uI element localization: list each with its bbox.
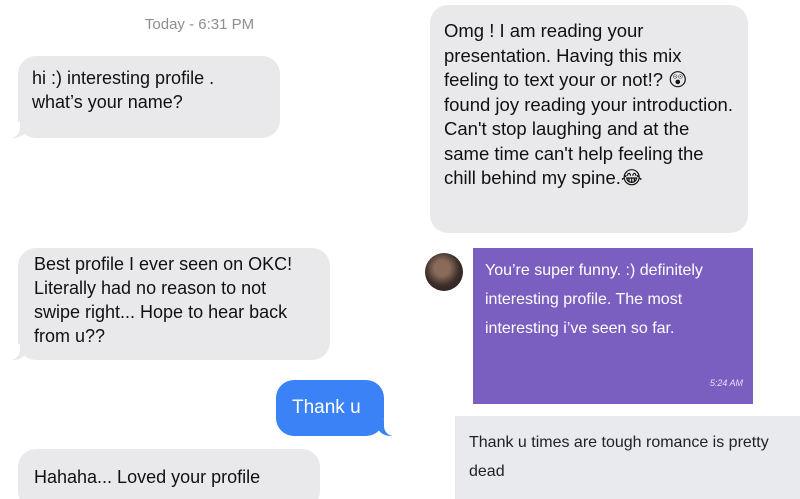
incoming-message-bubble[interactable]: hi :) interesting profile . what’s your … [18,56,280,138]
chat-panel-2: Omg ! I am reading your presentation. Ha… [405,0,800,242]
chat-panel-1: Today - 6:31 PM hi :) interesting profil… [0,0,399,242]
message-text: Thank u times are tough romance is prett… [469,434,769,480]
message-text: You’re super funny. :) definitely intere… [485,262,703,337]
reply-message-card[interactable]: Thank u times are tough romance is prett… [455,416,800,499]
incoming-message-bubble[interactable]: Best profile I ever seen on OKC! Literal… [18,248,330,360]
chat-panel-3: Best profile I ever seen on OKC! Literal… [0,248,399,499]
bubble-tail [376,420,399,436]
message-timestamp: Today - 6:31 PM [144,16,255,33]
message-text: Thank u [292,397,361,418]
message-text: Best profile I ever seen on OKC! Literal… [34,254,293,346]
chat-panel-4: You’re super funny. :) definitely intere… [405,248,800,499]
incoming-message-bubble[interactable]: Omg ! I am reading your presentation. Ha… [430,5,748,233]
incoming-message-card[interactable]: You’re super funny. :) definitely intere… [473,248,753,404]
bubble-tail [4,122,28,138]
outgoing-message-bubble[interactable]: Thank u [276,380,384,436]
incoming-message-bubble[interactable]: Hahaha... Loved your profile [18,449,320,499]
message-line: what’s your name? [32,92,183,112]
message-text: Hahaha... Loved your profile [34,467,261,487]
bubble-tail [4,344,28,360]
avatar[interactable] [425,253,463,291]
message-time: 5:24 AM [709,378,743,388]
message-line: hi :) interesting profile . [32,68,215,88]
message-text: Omg ! I am reading your presentation. Ha… [444,20,733,188]
